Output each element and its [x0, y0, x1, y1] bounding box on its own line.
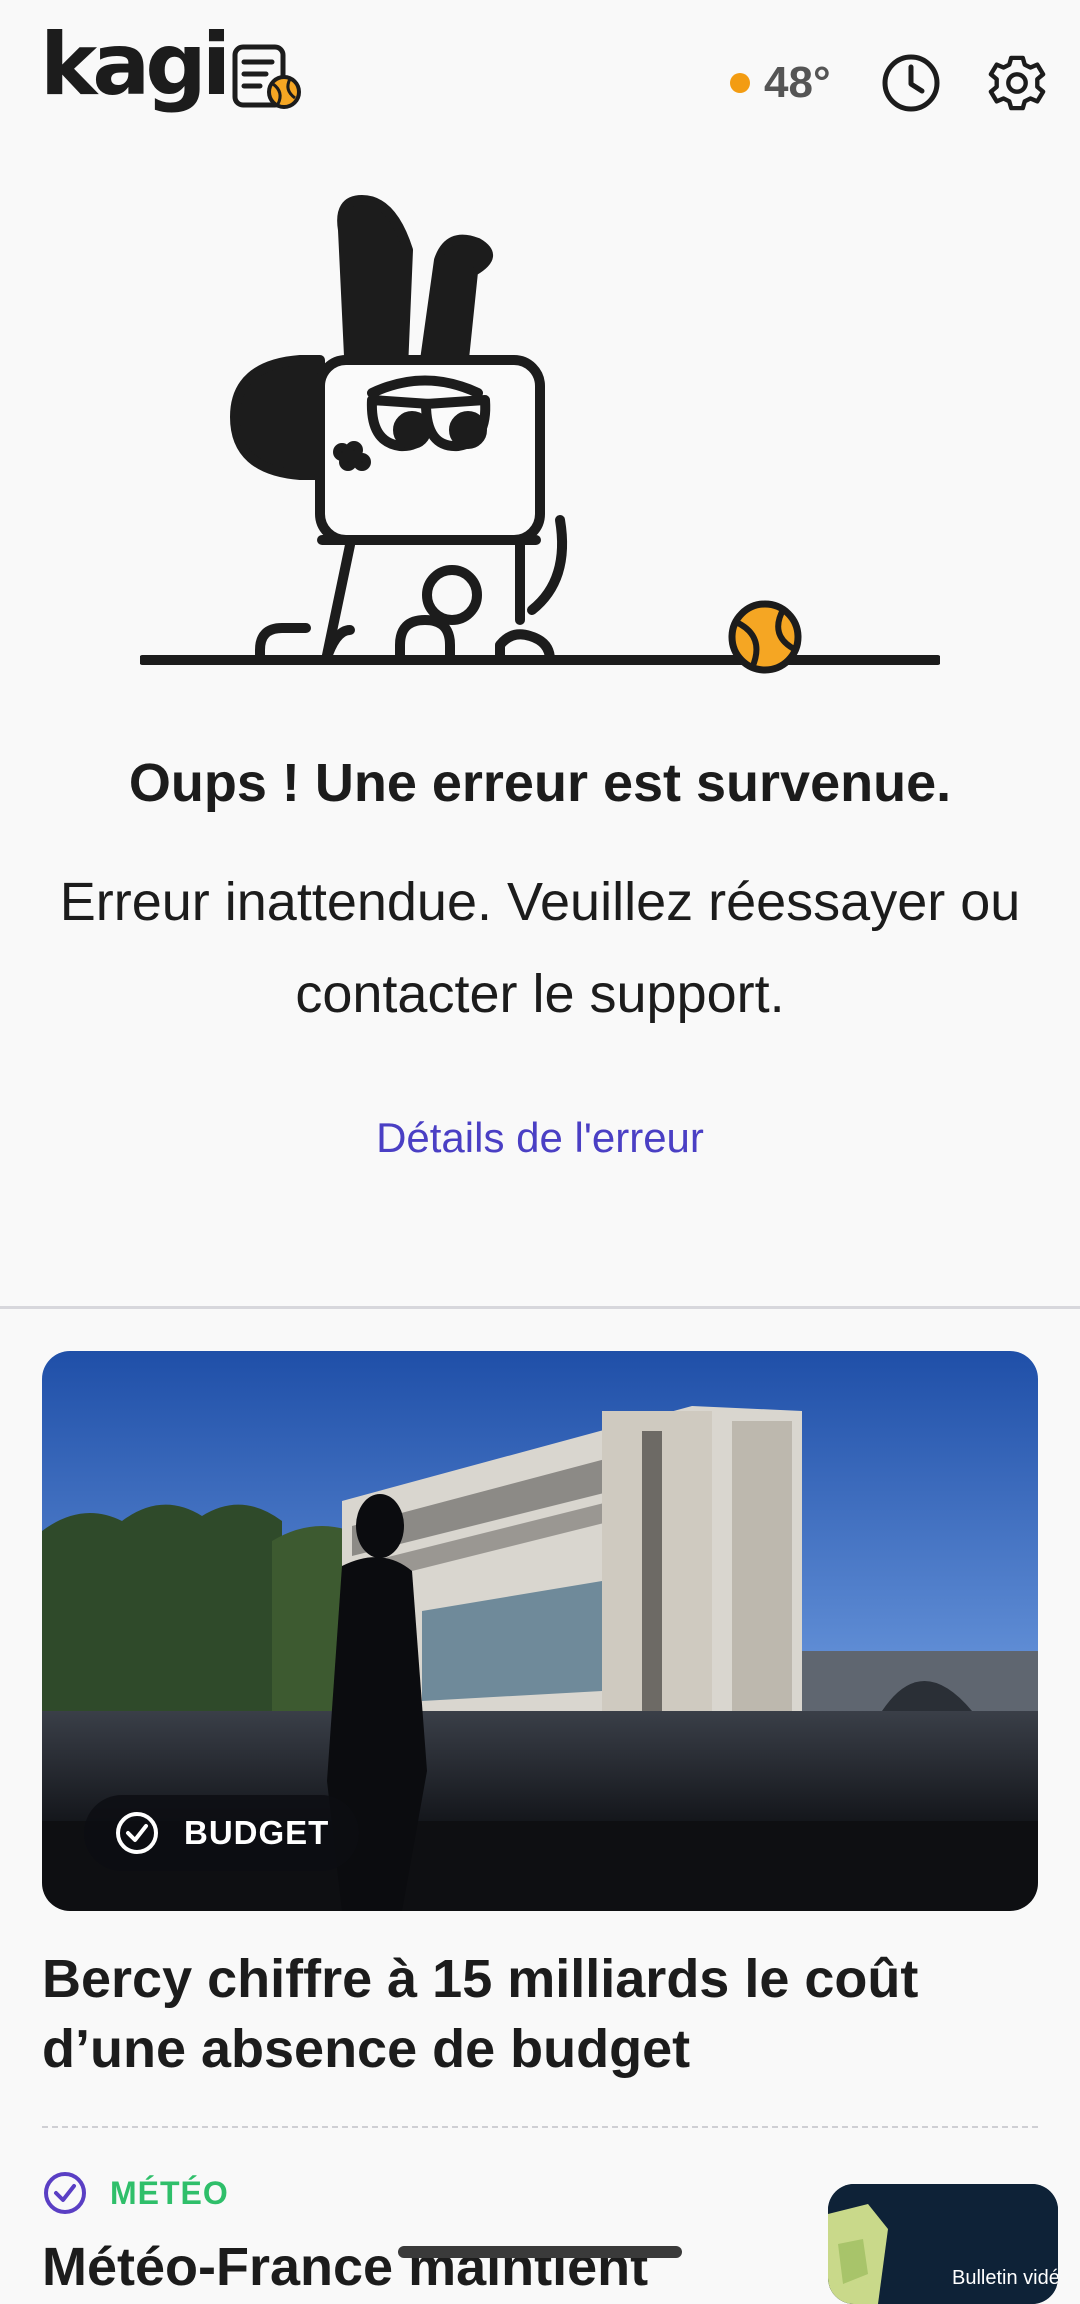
story-separator [42, 2126, 1038, 2128]
history-clock-icon [882, 54, 940, 112]
story-thumbnail[interactable]: Bulletin vidéo [828, 2184, 1058, 2304]
weather-dot-icon [730, 73, 750, 93]
app-header: kagi 48° [0, 0, 1080, 160]
settings-gear-icon [988, 55, 1046, 111]
weather-widget[interactable]: 48° [730, 56, 831, 110]
news-ball-icon [232, 44, 304, 115]
kagi-logo[interactable]: kagi [40, 22, 304, 115]
error-details-link[interactable]: Détails de l'erreur [0, 1114, 1080, 1162]
weather-temperature: 48° [764, 58, 831, 107]
logo-wordmark: kagi [40, 15, 231, 115]
story-category-tag: BUDGET [84, 1795, 360, 1871]
check-circle-icon [44, 2172, 86, 2214]
check-circle-icon [116, 1812, 158, 1854]
home-indicator[interactable] [398, 2246, 682, 2258]
story-category-label: BUDGET [184, 1814, 330, 1851]
story-category: MÉTÉO [42, 2170, 229, 2216]
section-divider [0, 1306, 1080, 1309]
settings-button[interactable] [986, 52, 1048, 114]
story-image[interactable]: BUDGET [42, 1351, 1038, 1911]
error-title: Oups ! Une erreur est survenue. [128, 753, 952, 813]
thumbnail-caption: Bulletin vidéo [952, 2267, 1058, 2289]
history-button[interactable] [880, 52, 942, 114]
story-title[interactable]: Bercy chiffre à 15 milliards le coût d’u… [42, 1944, 1022, 2084]
sad-dog-illustration [138, 190, 942, 715]
error-message: Erreur inattendue. Veuillez réessayer ou… [59, 872, 1021, 1024]
story-category-label: MÉTÉO [110, 2174, 229, 2211]
